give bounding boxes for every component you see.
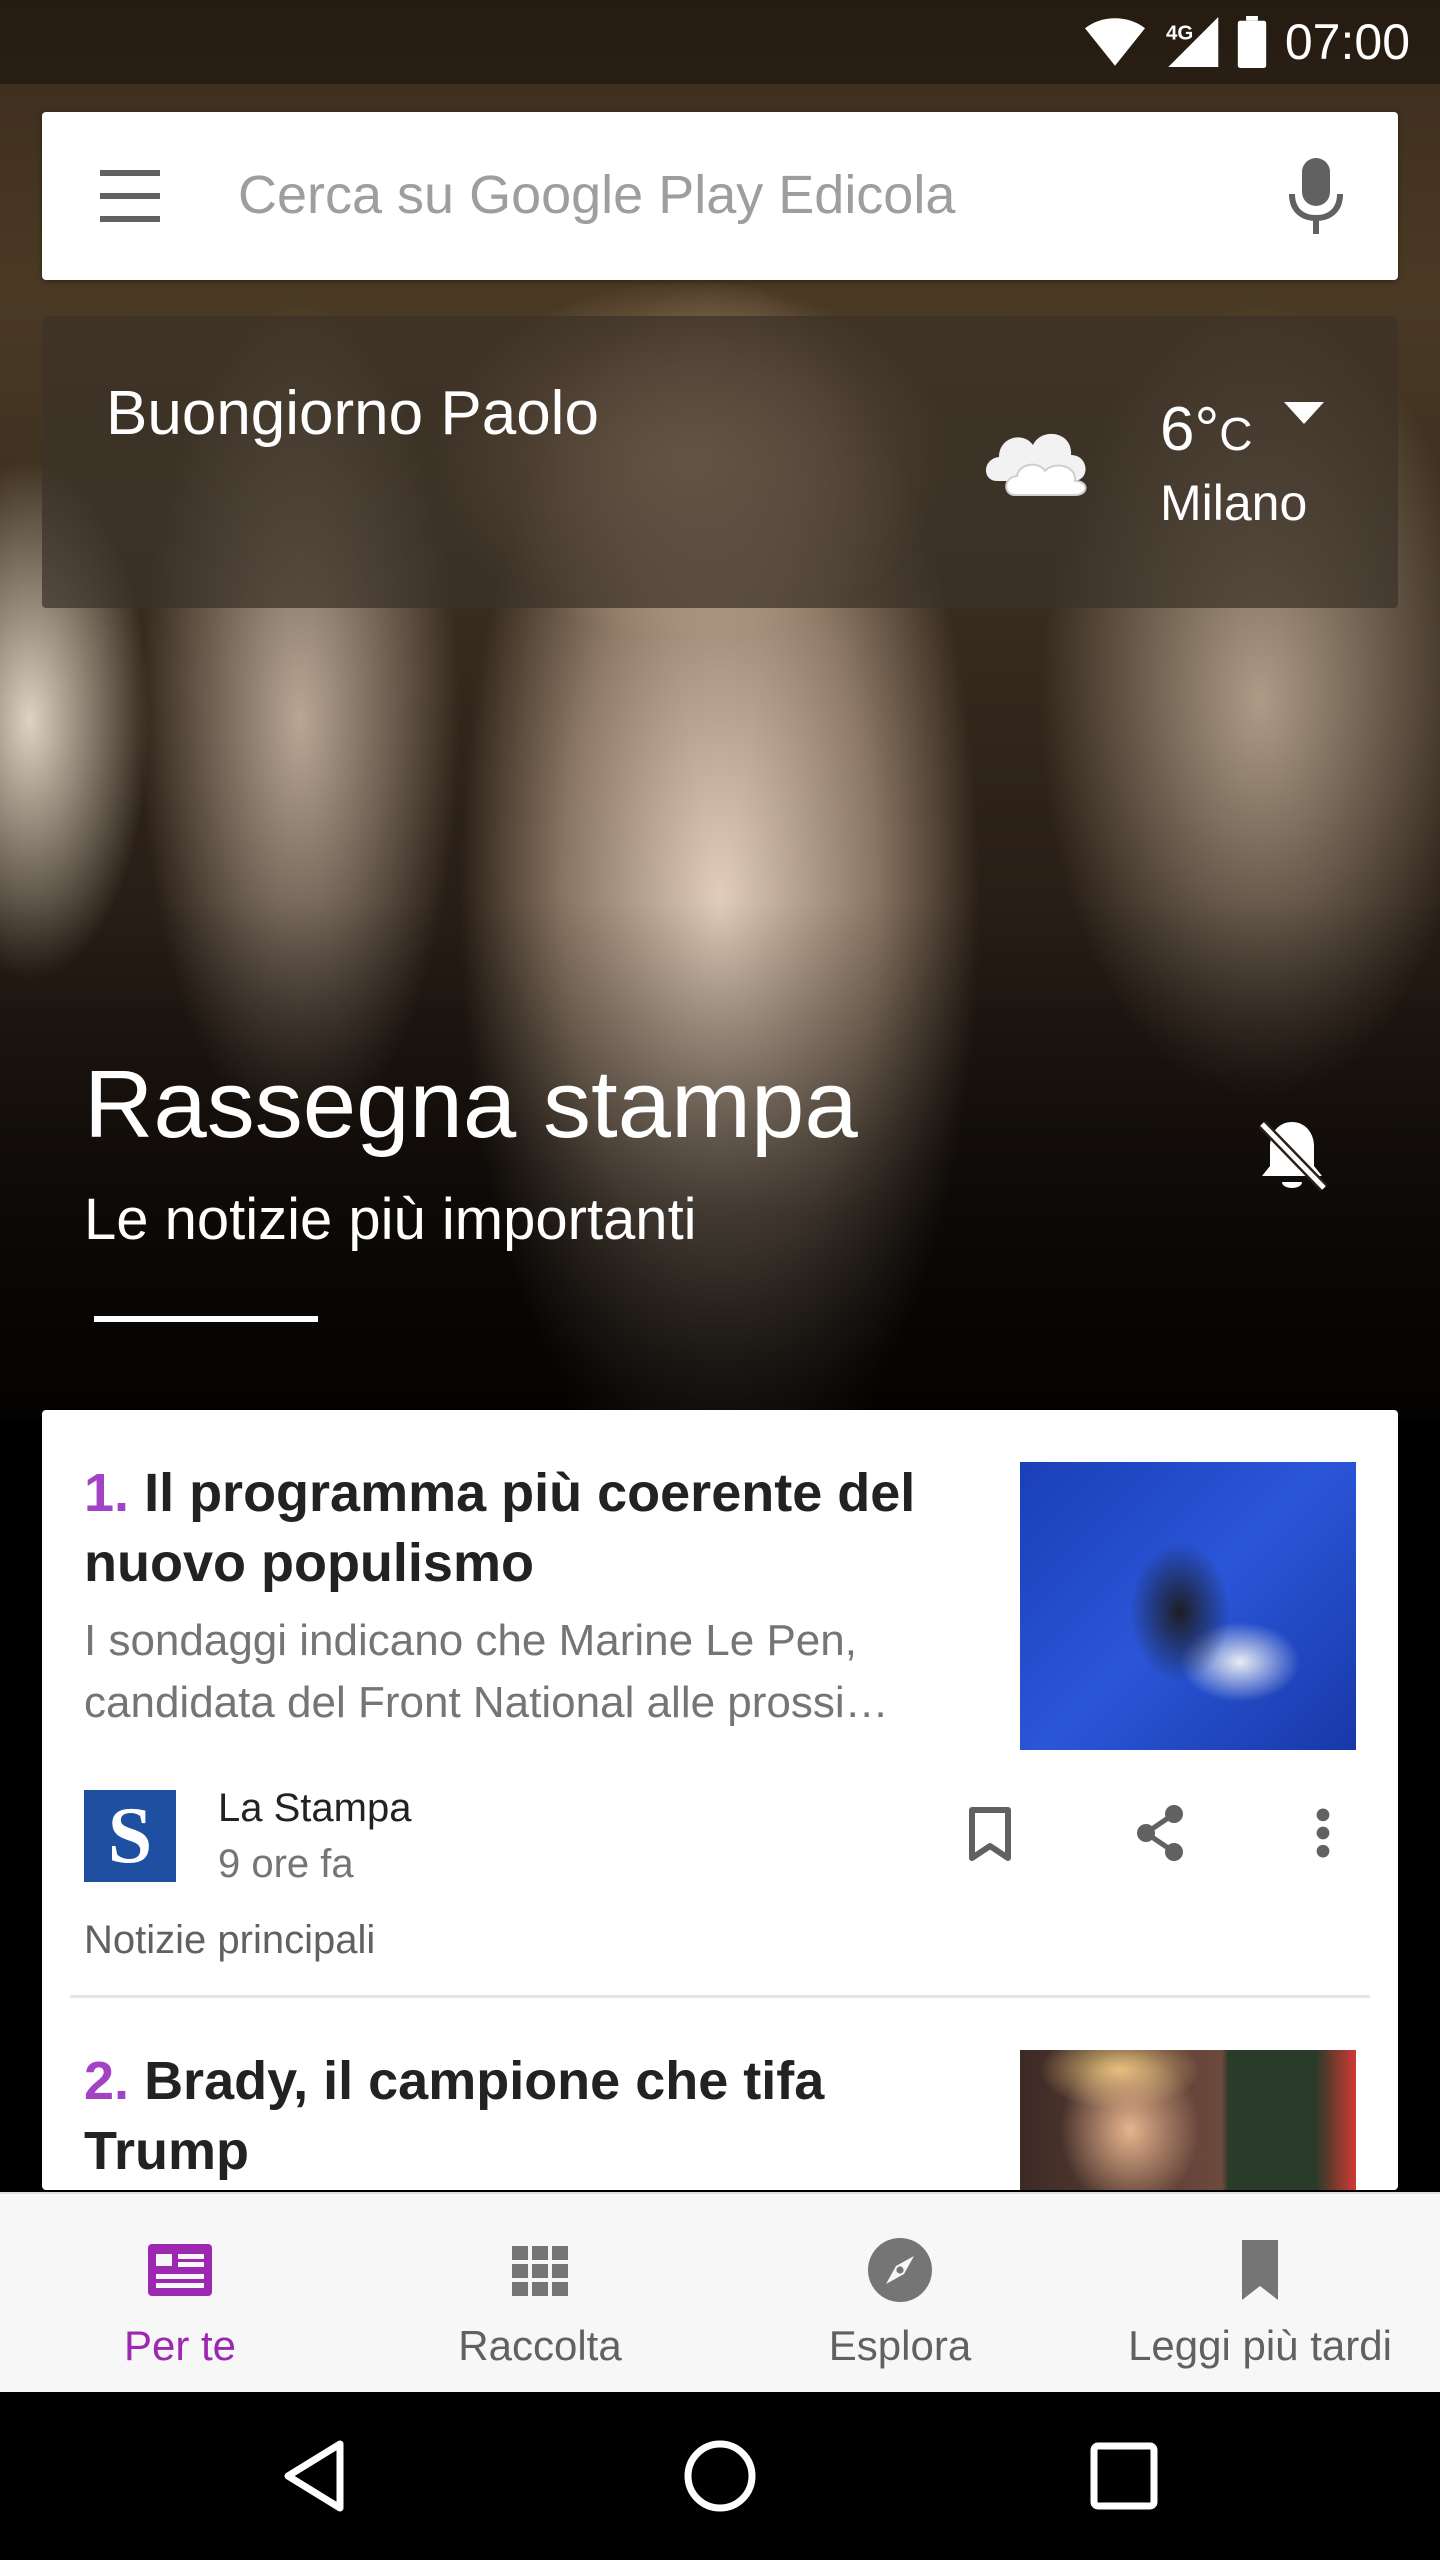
temperature: 6°C	[1160, 395, 1253, 464]
greeting-text: Buongiorno Paolo	[106, 379, 599, 448]
story-category[interactable]: Notizie principali	[84, 1918, 375, 1963]
mic-icon[interactable]	[1286, 158, 1346, 234]
status-icons: 4G 07:00	[1084, 10, 1410, 74]
story-title[interactable]: 1. Il programma più coerente del nuovo p…	[84, 1458, 1004, 1598]
home-icon[interactable]	[680, 2436, 760, 2516]
compass-icon	[868, 2238, 932, 2302]
chevron-down-icon[interactable]	[1284, 402, 1324, 426]
nav-label: Raccolta	[458, 2322, 622, 2369]
for-you-icon	[148, 2244, 212, 2296]
system-navigation-bar	[0, 2392, 1440, 2560]
story-title-text: Brady, il campione che tifa Trump	[84, 2051, 825, 2181]
status-time: 07:00	[1284, 14, 1410, 70]
menu-icon[interactable]	[100, 170, 160, 222]
publisher-name[interactable]: La Stampa	[218, 1786, 411, 1831]
nav-tab-esplora[interactable]: Esplora	[720, 2194, 1080, 2394]
nav-label: Leggi più tardi	[1128, 2322, 1392, 2369]
temperature-unit: C	[1219, 408, 1253, 460]
nav-tab-raccolta[interactable]: Raccolta	[360, 2194, 720, 2394]
story-time: 9 ore fa	[218, 1842, 354, 1886]
publisher-logo[interactable]: S	[84, 1790, 176, 1882]
nav-label: Per te	[123, 2322, 237, 2369]
bottom-navigation: Per te Raccolta Esplora Leggi più tardi	[0, 2192, 1440, 2392]
nav-tab-leggi-piu-tardi[interactable]: Leggi più tardi	[1080, 2194, 1440, 2394]
news-feed-card: 1. Il programma più coerente del nuovo p…	[42, 1410, 1398, 2190]
bookmark-outline-icon[interactable]	[968, 1806, 1012, 1862]
recents-icon[interactable]	[1084, 2436, 1164, 2516]
greeting-card[interactable]: Buongiorno Paolo 6°C Milano	[42, 316, 1398, 608]
story-number: 2.	[84, 2051, 130, 2111]
hero-gradient-overlay	[0, 900, 1440, 1420]
section-title: Rassegna stampa	[84, 1051, 858, 1158]
search-input[interactable]: Cerca su Google Play Edicola	[238, 164, 955, 226]
share-icon[interactable]	[1134, 1804, 1186, 1862]
story-snippet: I sondaggi indicano che Marine Le Pen, c…	[84, 1616, 889, 1727]
city-name: Milano	[1160, 475, 1308, 531]
cloud-icon	[985, 433, 1087, 496]
search-bar[interactable]: Cerca su Google Play Edicola	[42, 112, 1398, 280]
nav-label: Esplora	[828, 2322, 972, 2369]
story-thumbnail[interactable]	[1020, 2050, 1356, 2190]
story-title-text: Il programma più coerente del nuovo popu…	[84, 1463, 916, 1593]
section-subtitle: Le notizie più importanti	[84, 1187, 697, 1252]
story-thumbnail[interactable]	[1020, 1462, 1356, 1750]
divider	[70, 1995, 1370, 1998]
library-grid-icon	[512, 2246, 568, 2296]
more-vert-icon[interactable]	[1316, 1808, 1330, 1858]
bookmark-icon	[1242, 2240, 1278, 2300]
wifi-icon	[1084, 18, 1145, 66]
nav-tab-per-te[interactable]: Per te	[0, 2194, 360, 2394]
status-bar: 4G 07:00	[0, 0, 1440, 84]
battery-icon	[1237, 16, 1267, 68]
hero-indicator	[94, 1316, 318, 1322]
notifications-off-icon[interactable]	[1256, 1118, 1328, 1194]
back-icon[interactable]	[276, 2436, 356, 2516]
svg-text:4G: 4G	[1166, 22, 1193, 45]
story-title[interactable]: 2. Brady, il campione che tifa Trump	[84, 2046, 1004, 2186]
cell-signal-4g-icon: 4G	[1166, 17, 1219, 67]
story-number: 1.	[84, 1463, 130, 1523]
